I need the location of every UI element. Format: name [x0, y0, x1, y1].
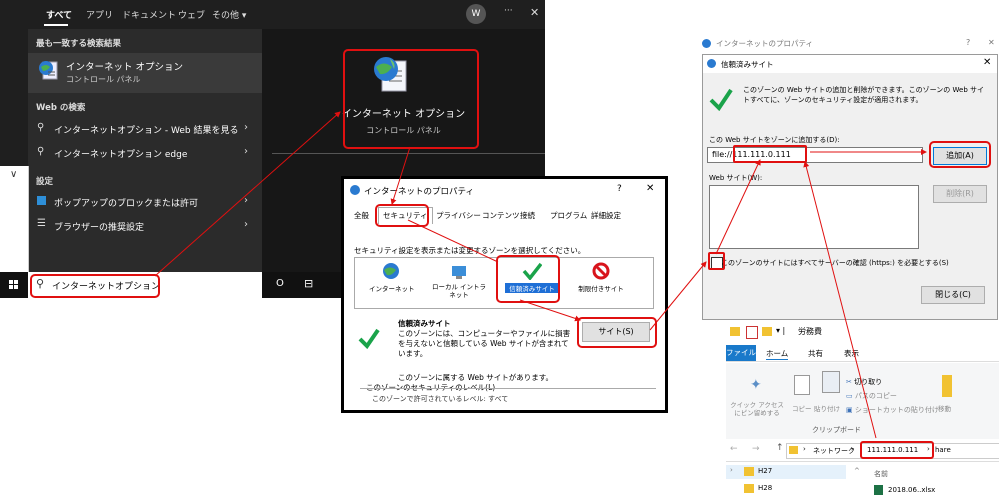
- connector-lines: [154, 111, 927, 439]
- annotation-arrows: [154, 111, 927, 439]
